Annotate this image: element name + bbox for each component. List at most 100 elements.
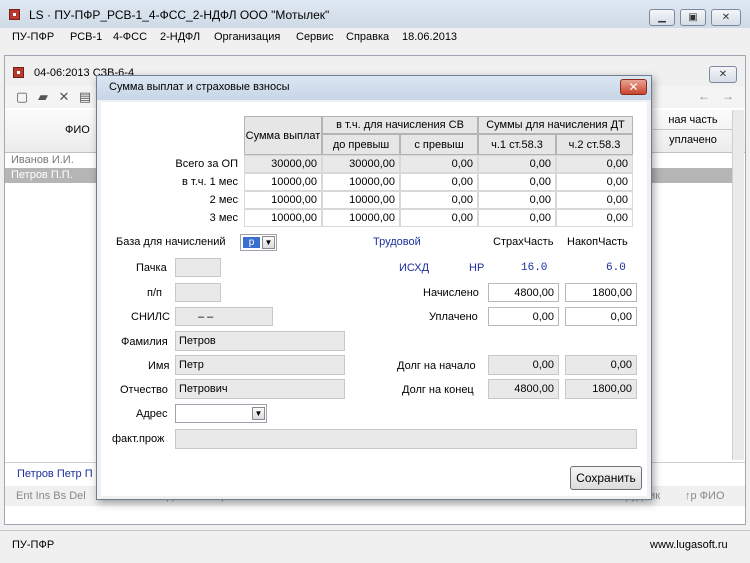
child-close-button[interactable]: ✕: [709, 66, 737, 83]
strakh-header: СтрахЧасть: [493, 236, 554, 248]
strakh-rate: 16.0: [521, 262, 548, 274]
status-module: ПУ-ПФР: [12, 539, 55, 551]
status-bar: ПУ-ПФР www.lugasoft.ru: [0, 530, 750, 563]
base-select[interactable]: р ▼: [240, 234, 277, 251]
accrued-strakh-field[interactable]: 4800,00: [488, 283, 559, 302]
cell-m1-p1[interactable]: 0,00: [478, 173, 556, 191]
open-folder-icon[interactable]: ▰: [36, 90, 50, 104]
patronymic-field[interactable]: Петрович: [175, 379, 345, 399]
header-under: до превыш: [322, 134, 400, 155]
cell-m2-p1[interactable]: 0,00: [478, 191, 556, 209]
close-button[interactable]: ✕: [711, 9, 741, 26]
debt-start-label: Долг на начало: [397, 360, 476, 372]
pp-label: п/п: [147, 287, 162, 299]
debt-end-nakop: 1800,00: [565, 379, 637, 399]
selected-employee-name: Петров Петр П: [17, 468, 93, 480]
nr-label: НР: [469, 262, 485, 274]
nav-back-icon[interactable]: ←: [698, 89, 710, 103]
cell-m1-sum[interactable]: 10000,00: [244, 173, 322, 191]
cell-m1-over[interactable]: 0,00: [400, 173, 478, 191]
header-p1: ч.1 ст.58.3: [478, 134, 556, 155]
main-title-bar: LS · ПУ-ПФР_РСВ-1_4-ФСС_2-НДФЛ ООО "Моты…: [0, 0, 750, 28]
surname-field[interactable]: Петров: [175, 331, 345, 351]
cell-m2-p2[interactable]: 0,00: [556, 191, 633, 209]
header-over: с превыш: [400, 134, 478, 155]
restore-icon: ▣: [688, 12, 698, 23]
chevron-down-icon: ▼: [262, 236, 275, 249]
debt-end-strakh: 4800,00: [488, 379, 559, 399]
snils-label: СНИЛС: [131, 311, 170, 323]
hint-keys: Ent Ins Bs Del: [16, 490, 86, 502]
col-fio[interactable]: ФИО: [65, 124, 90, 136]
header-sum: Сумма выплат: [244, 116, 322, 155]
maximize-button[interactable]: ▣: [680, 9, 706, 26]
base-label: База для начислений: [116, 236, 226, 248]
menu-4fss[interactable]: 4-ФСС: [113, 31, 147, 43]
menu-bar: ПУ-ПФР РСВ-1 4-ФСС 2-НДФЛ Организация Се…: [0, 29, 750, 47]
menu-date: 18.06.2013: [402, 31, 458, 43]
child-icon: [13, 67, 24, 78]
close-icon: ✕: [721, 12, 731, 23]
cell-m3-p2[interactable]: 0,00: [556, 209, 633, 227]
nav-forward-icon[interactable]: →: [722, 89, 734, 103]
fact-address-field[interactable]: [175, 429, 637, 449]
table-row-selected[interactable]: Петров П.П.: [5, 168, 97, 183]
menu-help[interactable]: Справка: [346, 31, 389, 43]
new-document-icon[interactable]: ▢: [15, 90, 29, 104]
close-icon: ✕: [628, 80, 639, 94]
print-icon[interactable]: ▤: [78, 90, 92, 104]
menu-rsv1[interactable]: РСВ-1: [70, 31, 102, 43]
cell-m1-under[interactable]: 10000,00: [322, 173, 400, 191]
col-paid[interactable]: уплачено: [653, 134, 733, 146]
row-label-m3: 3 мес: [209, 212, 238, 224]
delete-icon[interactable]: ✕: [57, 90, 71, 104]
name-label: Имя: [148, 360, 170, 372]
row-label-total: Всего за ОП: [175, 158, 238, 170]
cell-m1-p2[interactable]: 0,00: [556, 173, 633, 191]
cell-m3-over[interactable]: 0,00: [400, 209, 478, 227]
cell-total-over: 0,00: [400, 155, 478, 173]
table-row[interactable]: Иванов И.И.: [5, 153, 97, 168]
window-title: LS · ПУ-ПФР_РСВ-1_4-ФСС_2-НДФЛ ООО "Моты…: [29, 8, 330, 22]
menu-organization[interactable]: Организация: [214, 31, 280, 43]
labor-pension-label: Трудовой: [373, 236, 421, 248]
minimize-icon: ▁: [658, 12, 666, 23]
paid-nakop-field[interactable]: 0,00: [565, 307, 637, 326]
snils-field[interactable]: – –: [175, 307, 273, 326]
cell-m3-sum[interactable]: 10000,00: [244, 209, 322, 227]
cell-m2-sum[interactable]: 10000,00: [244, 191, 322, 209]
menu-2ndfl[interactable]: 2-НДФЛ: [160, 31, 200, 43]
name-field[interactable]: Петр: [175, 355, 345, 375]
cell-total-under: 30000,00: [322, 155, 400, 173]
pachka-label: Пачка: [136, 262, 167, 274]
patronymic-label: Отчество: [120, 384, 168, 396]
menu-pu-pfr[interactable]: ПУ-ПФР: [12, 31, 54, 43]
selected-row-tail: [652, 168, 732, 183]
vendor-link[interactable]: www.lugasoft.ru: [650, 539, 728, 551]
cell-total-p2: 0,00: [556, 155, 633, 173]
cell-m2-under[interactable]: 10000,00: [322, 191, 400, 209]
close-icon: ✕: [718, 69, 728, 80]
debt-start-nakop: 0,00: [565, 355, 637, 375]
address-select[interactable]: ▼: [175, 404, 267, 423]
minimize-button[interactable]: ▁: [649, 9, 675, 26]
dialog-close-button[interactable]: ✕: [620, 79, 647, 95]
iskh-label: ИСХД: [399, 262, 430, 274]
paid-strakh-field[interactable]: 0,00: [488, 307, 559, 326]
vertical-scrollbar[interactable]: [732, 110, 744, 460]
cell-m3-p1[interactable]: 0,00: [478, 209, 556, 227]
debt-end-label: Долг на конец: [402, 384, 474, 396]
paid-label: Уплачено: [429, 311, 478, 323]
col-part: ная часть: [653, 114, 733, 130]
save-button[interactable]: Сохранить: [570, 466, 642, 490]
accrued-nakop-field[interactable]: 1800,00: [565, 283, 637, 302]
cell-m3-under[interactable]: 10000,00: [322, 209, 400, 227]
pp-field[interactable]: [175, 283, 221, 302]
cell-m2-over[interactable]: 0,00: [400, 191, 478, 209]
base-selected-value: р: [243, 237, 260, 248]
menu-service[interactable]: Сервис: [296, 31, 334, 43]
pachka-field[interactable]: [175, 258, 221, 277]
header-incl: в т.ч. для начисления СВ: [322, 116, 478, 134]
header-p2: ч.2 ст.58.3: [556, 134, 633, 155]
cell-total-sum: 30000,00: [244, 155, 322, 173]
